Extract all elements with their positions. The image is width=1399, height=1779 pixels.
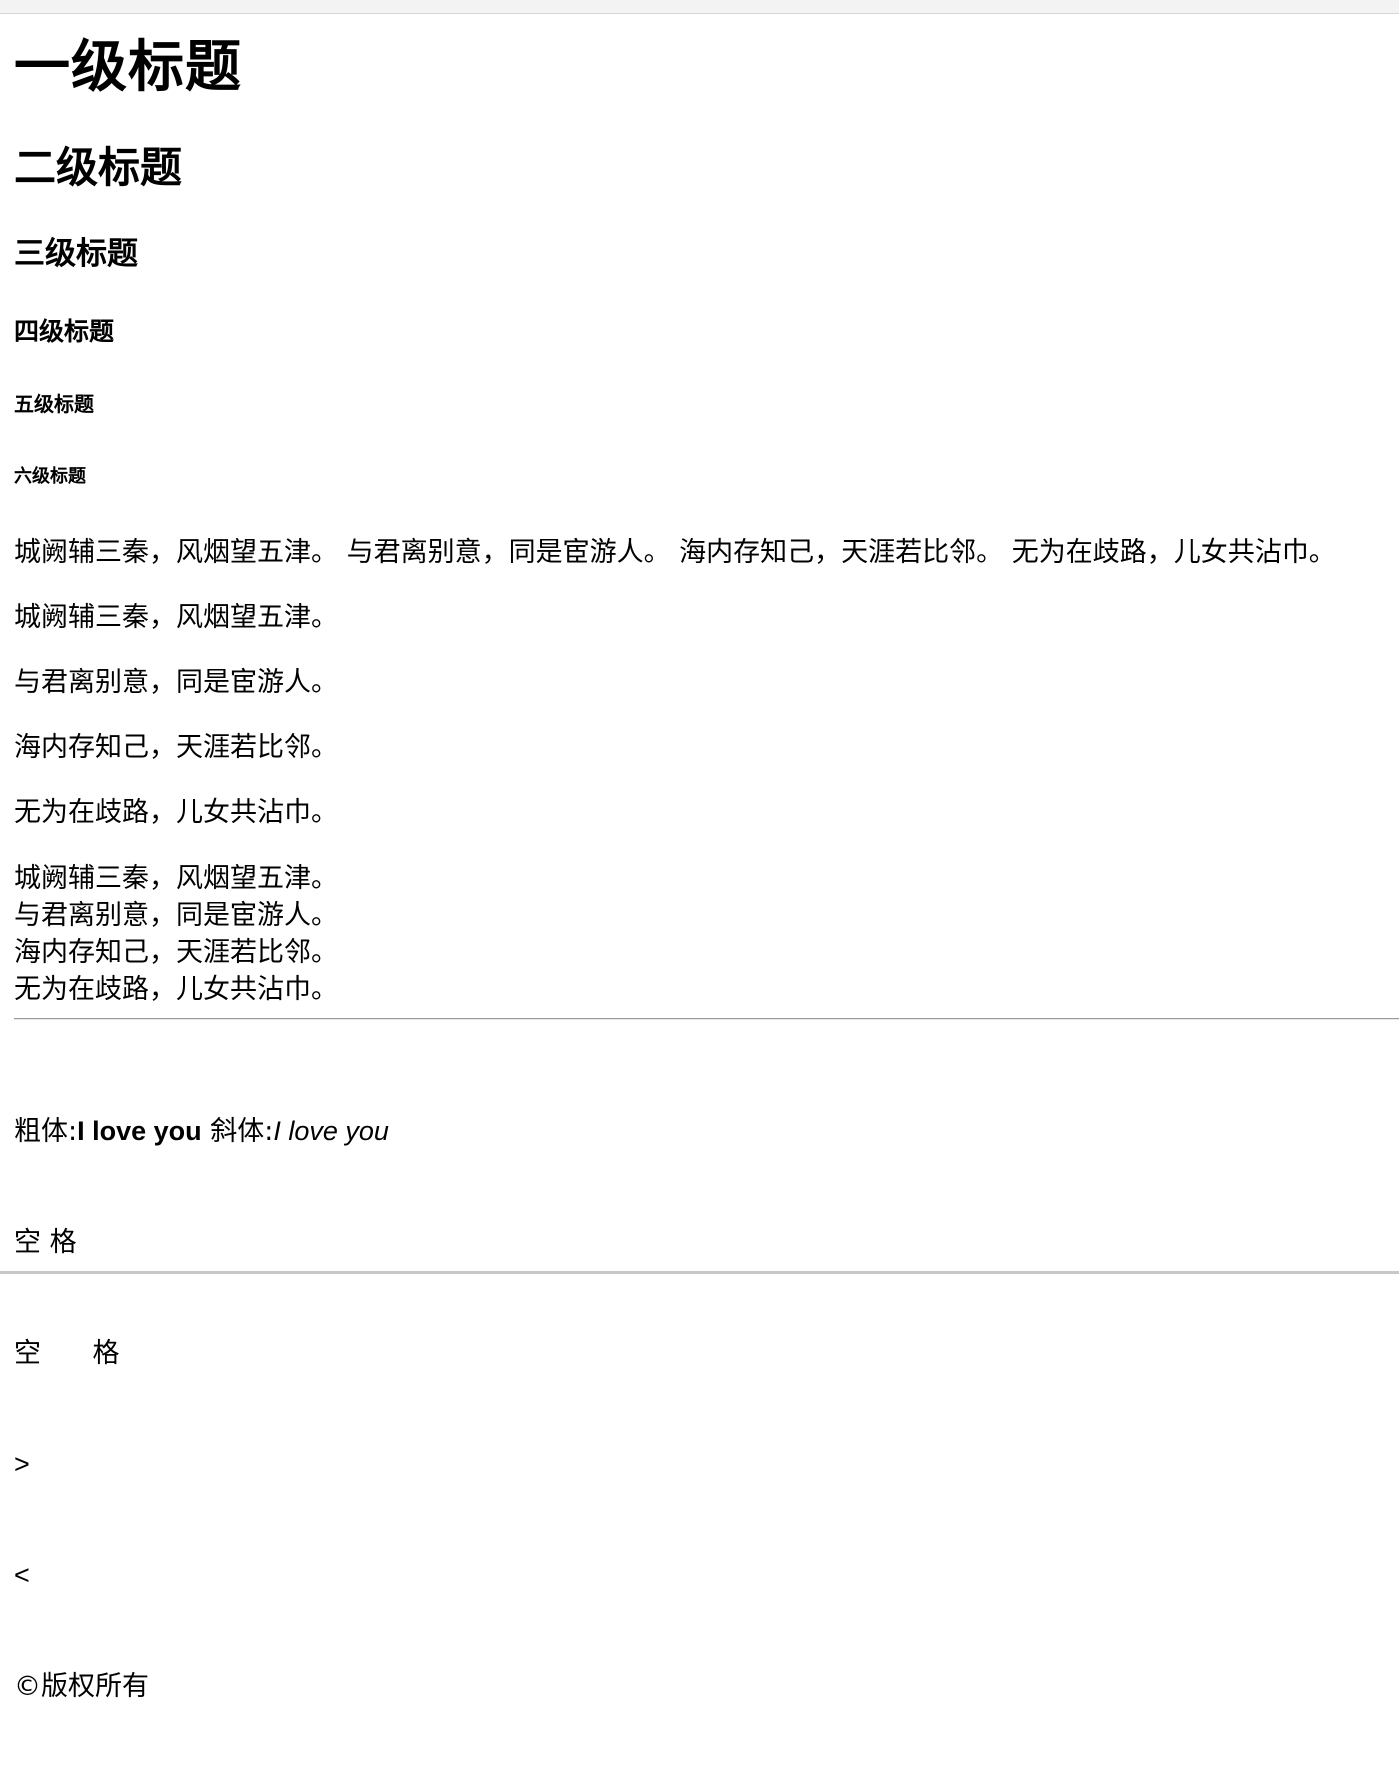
- bold-italic-line: 粗体:I love you 斜体:I love you: [14, 1113, 389, 1150]
- single-space-line: 空 格: [14, 1227, 77, 1258]
- heading-level-6: 六级标题: [14, 466, 86, 487]
- poem-single-paragraph: 城阙辅三秦，风烟望五津。 与君离别意，同是宦游人。 海内存知己，天涯若比邻。 无…: [14, 537, 1336, 568]
- italic-text: I love you: [273, 1116, 389, 1146]
- poem-paragraph-2: 与君离别意，同是宦游人。: [14, 667, 338, 698]
- heading-level-4: 四级标题: [14, 317, 115, 346]
- poem-line-4: 无为在歧路，儿女共沾巾。: [14, 974, 338, 1005]
- poem-line-break-block: 城阙辅三秦，风烟望五津。 与君离别意，同是宦游人。 海内存知己，天涯若比邻。 无…: [14, 860, 338, 1008]
- poem-paragraph-4: 无为在歧路，儿女共沾巾。: [14, 797, 338, 828]
- horizontal-rule: [14, 1018, 1399, 1020]
- greater-than-entity: >: [14, 1449, 30, 1479]
- multi-space-line: 空 格: [14, 1338, 120, 1369]
- heading-level-1: 一级标题: [14, 35, 242, 100]
- bold-label: 粗体:: [14, 1116, 78, 1147]
- heading-level-3: 三级标题: [14, 236, 138, 272]
- less-than-entity: <: [14, 1560, 30, 1590]
- browser-top-edge: [0, 0, 1399, 14]
- poem-line-2: 与君离别意，同是宦游人。: [14, 900, 338, 931]
- italic-label: 斜体:: [201, 1116, 274, 1147]
- poem-paragraph-3: 海内存知己，天涯若比邻。: [14, 732, 338, 763]
- copyright-line: ©版权所有: [14, 1671, 149, 1702]
- bold-text: I love you: [77, 1116, 202, 1146]
- heading-level-5: 五级标题: [14, 392, 94, 416]
- heading-level-2: 二级标题: [14, 143, 183, 192]
- poem-line-3: 海内存知己，天涯若比邻。: [14, 937, 338, 968]
- poem-paragraph-1: 城阙辅三秦，风烟望五津。: [14, 602, 338, 633]
- formatting-examples: 粗体:I love you 斜体:I love you 空 格 空 格 > < …: [14, 1039, 389, 1779]
- poem-line-1: 城阙辅三秦，风烟望五津。: [14, 863, 338, 894]
